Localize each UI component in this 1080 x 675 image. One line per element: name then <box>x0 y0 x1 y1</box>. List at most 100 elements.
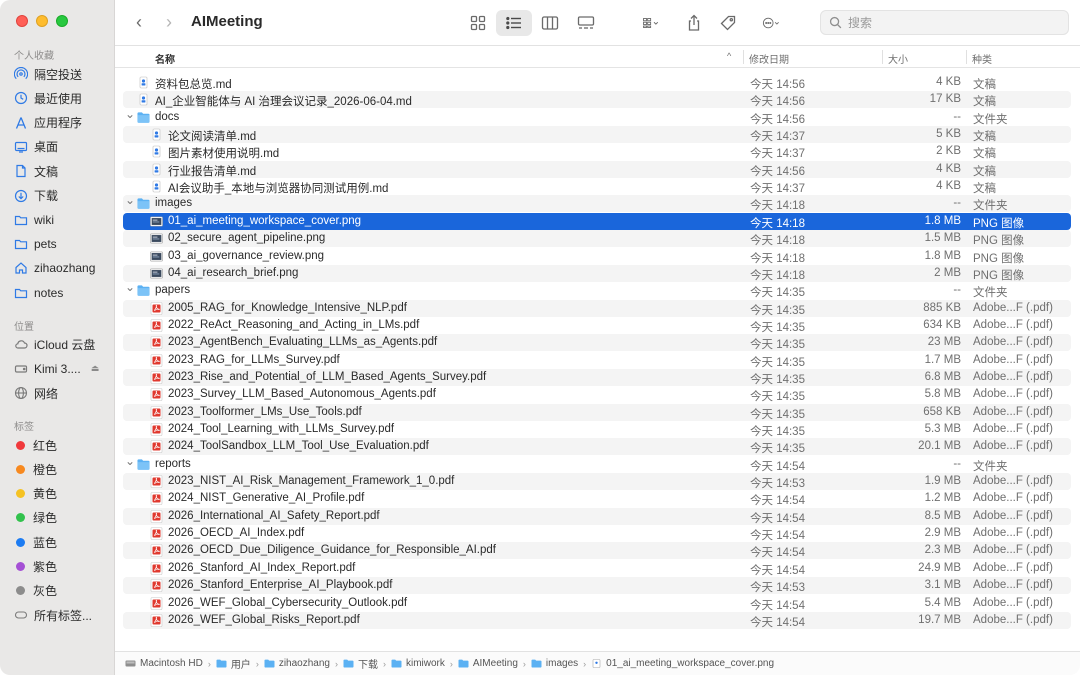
file-date: 今天 14:54 <box>750 530 805 543</box>
file-row[interactable]: 2026_OECD_AI_Index.pdf 今天 14:54 2.9 MB Adob… <box>123 525 1071 542</box>
sidebar-item-label: 文稿 <box>34 164 59 179</box>
tag-item-2[interactable]: 黄色 <box>14 484 57 504</box>
tag-button[interactable] <box>715 10 741 36</box>
tag-color-dot <box>16 464 25 474</box>
folder-row[interactable]: ⌄ papers 今天 14:35 -- 文件夹 <box>123 280 1071 299</box>
list-view-button[interactable] <box>496 10 532 36</box>
tag-item-0[interactable]: 红色 <box>14 435 57 455</box>
file-row[interactable]: 02_secure_agent_pipeline.png 今天 14:18 1.5 … <box>123 230 1071 248</box>
file-row[interactable]: 2024_NIST_Generative_AI_Profile.pdf 今天 14… <box>123 490 1071 507</box>
tag-item-4[interactable]: 蓝色 <box>14 532 57 552</box>
file-row[interactable]: 2023_RAG_for_LLMs_Survey.pdf 今天 14:35 1.7 … <box>123 352 1071 369</box>
file-row[interactable]: 行业报告清单.md 今天 14:56 4 KB 文稿 <box>123 160 1071 178</box>
path-item[interactable]: kimiwork <box>391 658 445 669</box>
sidebar-item-0[interactable]: 隔空投送 <box>14 64 82 84</box>
forward-button[interactable]: › <box>159 12 179 32</box>
file-size: 1.8 MB <box>924 249 961 262</box>
file-row[interactable]: 2023_Rise_and_Potential_of_LLM_Based_Age… <box>123 368 1071 386</box>
file-row[interactable]: AI_企业智能体与 AI 治理会议记录_2026-06-04.md 今天 14:5… <box>123 91 1071 109</box>
path-item[interactable]: AIMeeting <box>458 658 518 669</box>
path-item[interactable]: 下载 <box>343 656 378 671</box>
file-row[interactable]: 04_ai_research_brief.png 今天 14:18 2 MB PNG … <box>123 264 1071 282</box>
file-row[interactable]: 2023_AgentBench_Evaluating_LLMs_as_Agent… <box>123 334 1071 352</box>
path-separator-icon: › <box>449 658 453 669</box>
search-field[interactable]: 搜索 <box>820 10 1069 35</box>
file-row[interactable]: 2022_ReAct_Reasoning_and_Acting_in_LMs.p… <box>123 317 1071 334</box>
disclosure-chevron-icon[interactable]: ⌄ <box>125 193 135 207</box>
zoom-button[interactable] <box>56 15 68 27</box>
file-row[interactable]: 2026_International_AI_Safety_Report.pdf 今… <box>123 507 1071 525</box>
file-date: 今天 14:35 <box>750 391 805 404</box>
path-item[interactable]: images <box>531 658 578 669</box>
file-row[interactable]: 2026_Stanford_Enterprise_AI_Playbook.pdf… <box>123 577 1071 595</box>
home-icon <box>14 261 28 275</box>
file-date: 今天 14:35 <box>750 373 805 386</box>
file-row[interactable]: 2005_RAG_for_Knowledge_Intensive_NLP.pdf… <box>123 299 1071 317</box>
file-row[interactable]: 2024_Tool_Learning_with_LLMs_Survey.pdf 今… <box>123 421 1071 438</box>
file-row[interactable]: 2023_Toolformer_LMs_Use_Tools.pdf 今天 14:3… <box>123 403 1071 421</box>
tag-item-6[interactable]: 灰色 <box>14 581 57 601</box>
sidebar-item-6[interactable]: wiki <box>14 210 54 230</box>
image-file-icon <box>150 215 163 228</box>
close-button[interactable] <box>16 15 28 27</box>
file-row[interactable]: 图片素材使用说明.md 今天 14:37 2 KB 文稿 <box>123 143 1071 160</box>
tag-item-5[interactable]: 紫色 <box>14 557 57 577</box>
sidebar-item-label: wiki <box>34 212 54 227</box>
file-date: 今天 14:35 <box>750 408 805 421</box>
share-button[interactable] <box>681 10 707 36</box>
file-row[interactable]: 01_ai_meeting_workspace_cover.png 今天 14:1… <box>123 212 1071 230</box>
eject-icon[interactable]: ⏏ <box>91 363 100 374</box>
file-size: 1.2 MB <box>924 492 961 505</box>
sidebar-item-4[interactable]: 文稿 <box>14 161 58 181</box>
file-kind: Adobe...F (.pdf) <box>973 388 1053 401</box>
disclosure-chevron-icon[interactable]: ⌄ <box>125 280 135 294</box>
folder-row[interactable]: ⌄ images 今天 14:18 -- 文件夹 <box>123 193 1071 213</box>
column-name[interactable]: 名称 <box>155 51 175 66</box>
tag-item-3[interactable]: 绿色 <box>14 508 57 528</box>
more-actions-button[interactable] <box>753 10 789 36</box>
sidebar-item-0[interactable]: iCloud 云盘 <box>14 334 95 354</box>
column-modified[interactable]: 修改日期 <box>749 51 789 66</box>
folder-row[interactable]: ⌄ reports 今天 14:54 -- 文件夹 <box>123 454 1071 473</box>
file-row[interactable]: 2023_Survey_LLM_Based_Autonomous_Agents.… <box>123 386 1071 403</box>
folder-row[interactable]: ⌄ docs 今天 14:56 -- 文件夹 <box>123 107 1071 126</box>
file-row[interactable]: 03_ai_governance_review.png 今天 14:18 1.8 M… <box>123 248 1071 265</box>
file-row[interactable]: AI会议助手_本地与浏览器协同测试用例.md 今天 14:37 4 KB 文稿 <box>123 178 1071 195</box>
file-row[interactable]: 2026_WEF_Global_Cybersecurity_Outlook.pd… <box>123 595 1071 612</box>
column-kind[interactable]: 种类 <box>972 51 992 66</box>
toolbar: ‹ › AIMeeting 搜索 <box>115 0 1080 46</box>
path-item[interactable]: 01_ai_meeting_workspace_cover.png <box>591 658 774 669</box>
file-row[interactable]: 2026_Stanford_AI_Index_Report.pdf 今天 14:5… <box>123 560 1071 577</box>
file-row[interactable]: 2026_WEF_Global_Risks_Report.pdf 今天 14:54… <box>123 611 1071 629</box>
group-button[interactable] <box>633 10 669 36</box>
path-item[interactable]: Macintosh HD <box>125 658 203 669</box>
path-item[interactable]: zihaozhang <box>264 658 330 669</box>
sidebar-item-1[interactable]: Kimi 3.... ⏏ <box>14 359 99 379</box>
disclosure-chevron-icon[interactable]: ⌄ <box>125 454 135 468</box>
icon-view-button[interactable] <box>463 10 493 36</box>
back-button[interactable]: ‹ <box>129 12 149 32</box>
file-row[interactable]: 2023_NIST_AI_Risk_Management_Framework_1… <box>123 473 1071 491</box>
tag-item-1[interactable]: 橙色 <box>14 459 57 479</box>
sidebar-item-3[interactable]: 桌面 <box>14 137 58 157</box>
file-row[interactable]: 2026_OECD_Due_Diligence_Guidance_for_Res… <box>123 542 1071 560</box>
sidebar-item-2[interactable]: 应用程序 <box>14 113 82 133</box>
sidebar-item-2[interactable]: 网络 <box>14 383 58 403</box>
folder-icon <box>391 659 402 668</box>
minimize-button[interactable] <box>36 15 48 27</box>
sidebar-item-8[interactable]: zihaozhang <box>14 258 95 278</box>
file-date: 今天 14:18 <box>750 269 805 282</box>
path-item[interactable]: 用户 <box>216 656 251 671</box>
all-tags-item[interactable]: 所有标签... <box>14 605 92 625</box>
sidebar-item-7[interactable]: pets <box>14 234 57 254</box>
sidebar-item-1[interactable]: 最近使用 <box>14 88 82 108</box>
disclosure-chevron-icon[interactable]: ⌄ <box>125 107 135 121</box>
file-row[interactable]: 资料包总览.md 今天 14:56 4 KB 文稿 <box>123 74 1071 91</box>
column-size[interactable]: 大小 <box>888 51 908 66</box>
sidebar-item-5[interactable]: 下载 <box>14 186 58 206</box>
file-row[interactable]: 2024_ToolSandbox_LLM_Tool_Use_Evaluation… <box>123 438 1071 456</box>
gallery-view-button[interactable] <box>571 10 601 36</box>
sidebar-item-9[interactable]: notes <box>14 283 63 303</box>
file-row[interactable]: 论文阅读清单.md 今天 14:37 5 KB 文稿 <box>123 126 1071 144</box>
column-view-button[interactable] <box>535 10 565 36</box>
